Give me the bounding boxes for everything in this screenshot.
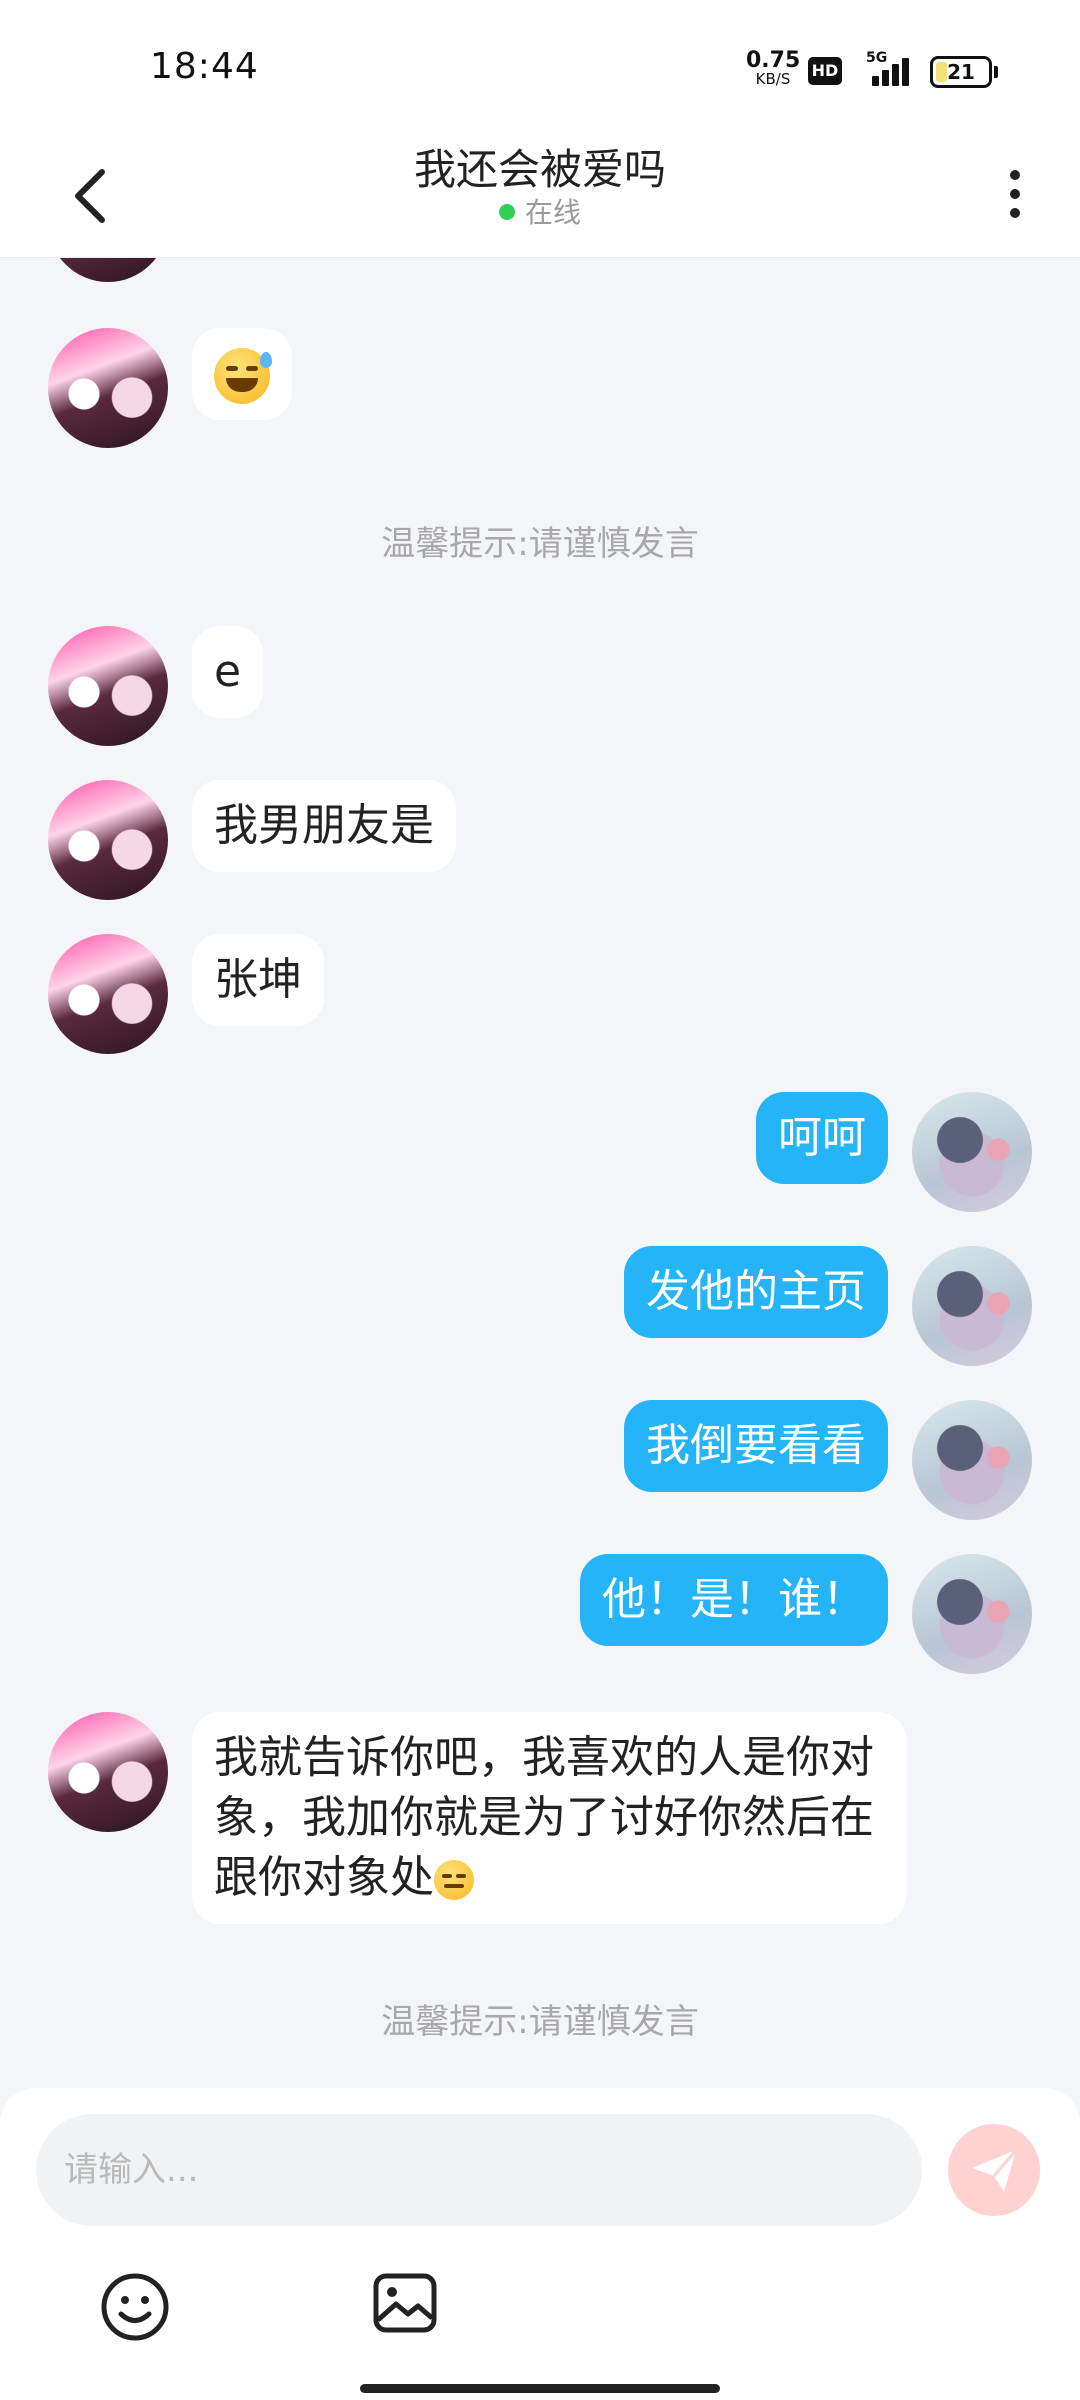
- more-dot: [1010, 189, 1020, 199]
- signal-bar: [872, 76, 879, 86]
- my-avatar[interactable]: [912, 1554, 1032, 1674]
- battery-icon: 21: [930, 56, 992, 88]
- emoji-mouth: [444, 1884, 464, 1888]
- battery-level: 21: [947, 60, 975, 84]
- message-bubble-outgoing[interactable]: 发他的主页: [624, 1246, 888, 1338]
- message-bubble-outgoing[interactable]: 呵呵: [756, 1092, 888, 1184]
- more-options-button[interactable]: [990, 154, 1040, 234]
- chat-screen: 18:44 0.75 KB/S HD 5G 21 我还会被爱吗 在线 温馨提示:…: [0, 0, 1080, 2400]
- emoji-sweat-drop: [260, 352, 272, 368]
- online-status-text: 在线: [524, 196, 581, 229]
- contact-avatar[interactable]: [48, 328, 168, 448]
- network-speed: 0.75 KB/S: [746, 48, 801, 89]
- emoji-button[interactable]: [98, 2270, 172, 2344]
- emoji-eye: [442, 1874, 452, 1878]
- emoji-mouth: [226, 378, 258, 392]
- chat-title: 我还会被爱吗: [413, 145, 666, 194]
- message-list[interactable]: 温馨提示:请谨慎发言 e 我男朋友是 张坤 呵呵 发他的主页 我倒要看看 他！是…: [0, 258, 1080, 2088]
- image-button[interactable]: [370, 2268, 440, 2338]
- message-bubble-incoming[interactable]: 我就告诉你吧，我喜欢的人是你对象，我加你就是为了讨好你然后在跟你对象处: [192, 1712, 906, 1924]
- online-dot-icon: [498, 204, 515, 220]
- safety-tip: 温馨提示:请谨慎发言: [381, 524, 699, 564]
- contact-avatar[interactable]: [48, 258, 168, 282]
- contact-avatar[interactable]: [48, 780, 168, 900]
- emoji-eye: [456, 1874, 466, 1878]
- message-bubble-incoming[interactable]: [192, 328, 292, 420]
- message-input[interactable]: [36, 2114, 922, 2226]
- more-dot: [1010, 208, 1020, 218]
- signal-bar: [882, 70, 889, 86]
- message-bubble-outgoing[interactable]: 他！是！谁！: [580, 1554, 888, 1646]
- home-indicator[interactable]: [360, 2384, 720, 2393]
- message-bubble-incoming[interactable]: 我男朋友是: [192, 780, 456, 872]
- smiley-icon: [101, 2273, 169, 2341]
- battery-tip: [994, 66, 998, 78]
- my-avatar[interactable]: [912, 1246, 1032, 1366]
- more-dot: [1010, 170, 1020, 180]
- contact-avatar[interactable]: [48, 626, 168, 746]
- send-icon: [972, 2149, 1018, 2192]
- signal-icon: 5G: [866, 50, 916, 90]
- signal-bar: [892, 64, 899, 86]
- send-button[interactable]: [948, 2124, 1040, 2216]
- message-bubble-incoming[interactable]: 张坤: [192, 934, 324, 1026]
- my-avatar[interactable]: [912, 1092, 1032, 1212]
- my-avatar[interactable]: [912, 1400, 1032, 1520]
- network-type-label: 5G: [866, 50, 888, 66]
- message-bubble-incoming[interactable]: e: [192, 626, 264, 718]
- message-bubble-outgoing[interactable]: 我倒要看看: [624, 1400, 888, 1492]
- grinning-sweat-emoji: [214, 348, 272, 404]
- emoji-eye: [226, 366, 238, 371]
- contact-avatar[interactable]: [48, 934, 168, 1054]
- network-speed-value: 0.75: [746, 48, 801, 73]
- status-bar: 18:44 0.75 KB/S HD 5G 21: [0, 0, 1080, 140]
- chat-header: 我还会被爱吗 在线: [0, 140, 1080, 258]
- message-composer: [0, 2088, 1080, 2400]
- safety-tip: 温馨提示:请谨慎发言: [381, 2002, 699, 2042]
- hd-icon: HD: [808, 57, 842, 85]
- online-status: 在线: [0, 196, 1080, 230]
- signal-bar: [902, 58, 909, 86]
- status-time: 18:44: [150, 46, 259, 87]
- emoji-eye: [246, 366, 258, 371]
- image-icon: [373, 2273, 437, 2333]
- message-text: 我就告诉你吧，我喜欢的人是你对象，我加你就是为了讨好你然后在跟你对象处: [214, 1732, 874, 1903]
- expressionless-emoji: [434, 1860, 474, 1900]
- contact-avatar[interactable]: [48, 1712, 168, 1832]
